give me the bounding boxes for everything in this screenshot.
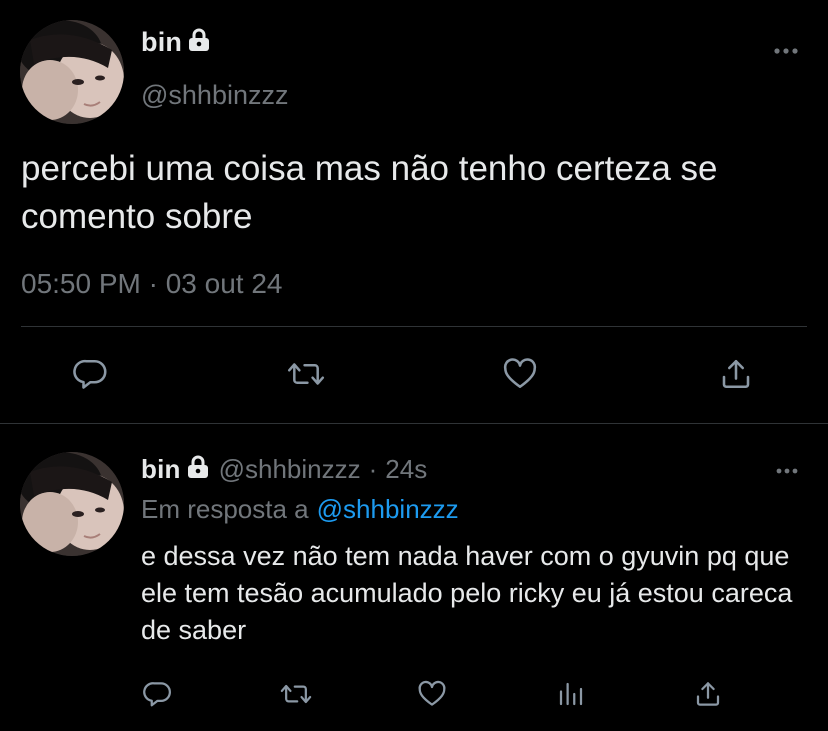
avatar[interactable] bbox=[20, 20, 124, 124]
author-handle[interactable]: @shhbinzzz bbox=[219, 454, 361, 485]
avatar[interactable] bbox=[20, 452, 124, 556]
lock-icon bbox=[187, 455, 209, 484]
reply-mention-link[interactable]: @shhbinzzz bbox=[317, 494, 459, 524]
replying-to: Em resposta a @shhbinzzz bbox=[141, 494, 459, 525]
reply-icon bbox=[73, 356, 109, 397]
display-name[interactable]: bin bbox=[141, 27, 182, 58]
like-button[interactable] bbox=[412, 676, 452, 716]
more-options-icon[interactable] bbox=[776, 462, 798, 480]
author-name-row[interactable]: bin bbox=[141, 27, 210, 58]
views-button[interactable] bbox=[551, 676, 591, 716]
reply-button[interactable] bbox=[71, 356, 111, 396]
retweet-icon bbox=[287, 356, 325, 397]
share-icon bbox=[693, 679, 723, 714]
share-button[interactable] bbox=[688, 676, 728, 716]
divider bbox=[0, 423, 828, 424]
reply-icon bbox=[143, 679, 173, 714]
retweet-icon bbox=[280, 679, 312, 714]
reply-button[interactable] bbox=[138, 676, 178, 716]
like-icon bbox=[501, 356, 539, 397]
display-name[interactable]: bin bbox=[141, 454, 181, 485]
tweet-age[interactable]: 24s bbox=[385, 454, 427, 485]
share-icon bbox=[718, 356, 754, 397]
main-tweet[interactable]: bin @shhbinzzz percebi uma coisa mas não… bbox=[0, 0, 828, 423]
retweet-button[interactable] bbox=[276, 676, 316, 716]
tweet-text: e dessa vez não tem nada haver com o gyu… bbox=[141, 541, 793, 645]
tweet-text: percebi uma coisa mas não tenho certeza … bbox=[21, 149, 718, 236]
tweet-thread: bin @shhbinzzz percebi uma coisa mas não… bbox=[0, 0, 828, 731]
lock-icon bbox=[188, 28, 210, 57]
more-options-icon[interactable] bbox=[774, 42, 798, 60]
like-icon bbox=[416, 679, 448, 714]
separator: · bbox=[368, 454, 378, 484]
replying-to-label: Em resposta a bbox=[141, 494, 309, 524]
share-button[interactable] bbox=[716, 356, 756, 396]
divider bbox=[21, 326, 807, 327]
retweet-button[interactable] bbox=[286, 356, 326, 396]
avatar-photo-icon bbox=[20, 20, 124, 124]
reply-header: bin @shhbinzzz · 24s bbox=[141, 454, 427, 485]
views-icon bbox=[556, 679, 586, 714]
avatar-photo-icon bbox=[20, 452, 124, 556]
tweet-timestamp[interactable]: 05:50 PM · 03 out 24 bbox=[21, 268, 283, 300]
like-button[interactable] bbox=[500, 356, 540, 396]
author-handle[interactable]: @shhbinzzz bbox=[141, 80, 288, 111]
